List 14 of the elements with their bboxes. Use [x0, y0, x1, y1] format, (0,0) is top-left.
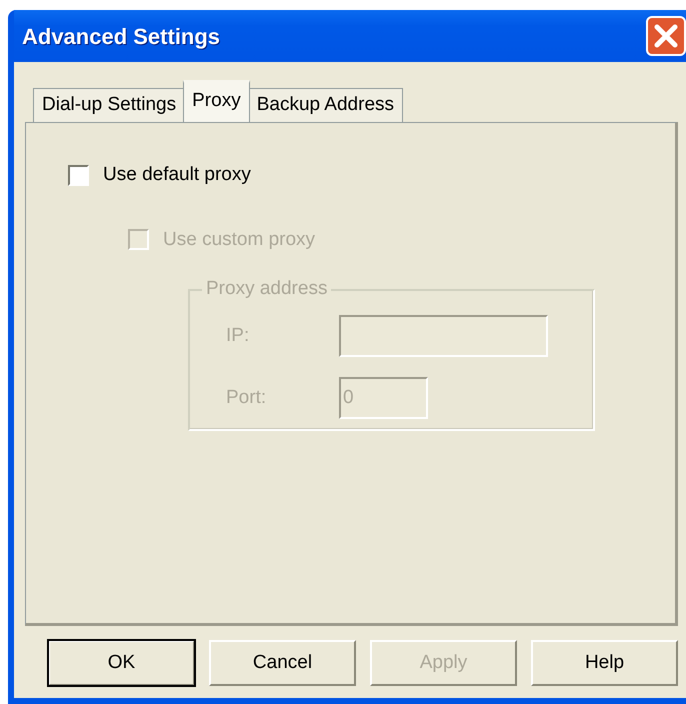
tab[interactable]: Backup Address — [248, 88, 404, 122]
field-label: IP: — [226, 324, 250, 348]
tab[interactable]: Dial-up Settings — [33, 88, 186, 122]
group-title: Proxy address — [202, 277, 332, 301]
dialog-button[interactable]: Cancel — [209, 640, 356, 686]
checkbox[interactable] — [68, 164, 89, 186]
checkbox-label: Use default proxy — [103, 163, 251, 187]
close-icon[interactable] — [646, 16, 686, 56]
window-title: Advanced Settings — [22, 22, 220, 51]
dialog-button[interactable]: Help — [531, 640, 678, 686]
checkbox-label: Use custom proxy — [163, 228, 316, 252]
field-label: Port: — [226, 386, 268, 410]
tab[interactable]: Proxy — [183, 80, 250, 122]
dialog-button[interactable]: OK — [48, 640, 195, 686]
